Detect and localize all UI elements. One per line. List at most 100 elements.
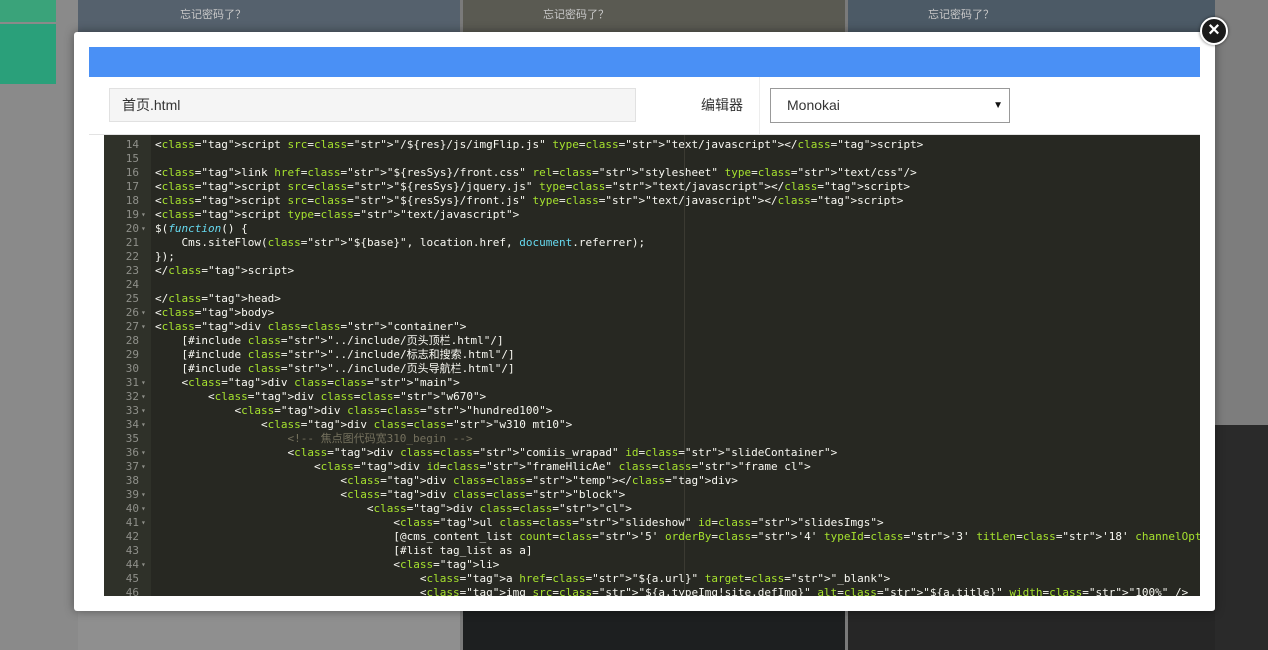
code-text: <class="tag">div id=class="str">"frameHl… <box>155 460 811 473</box>
code-line: 42 [@cms_content_list count=class="str">… <box>104 530 1200 544</box>
toolbar-divider <box>759 77 760 134</box>
code-text: }); <box>155 250 175 263</box>
fold-arrow-icon[interactable]: ▾ <box>141 558 151 572</box>
code-line: 32 ▾ <class="tag">div class=class="str">"… <box>104 390 1200 404</box>
line-number: 23 <box>125 264 139 277</box>
fold-arrow-icon[interactable]: ▾ <box>141 222 151 236</box>
line-number: 29 <box>125 348 139 361</box>
code-line: 31 ▾ <class="tag">div class=class="str">"… <box>104 376 1200 390</box>
code-line: 25 </class="tag">head> <box>104 292 1200 306</box>
code-line: 23 </class="tag">script> <box>104 264 1200 278</box>
code-line: 22}); <box>104 250 1200 264</box>
fold-arrow-icon[interactable]: ▾ <box>141 320 151 334</box>
code-line: 36 ▾ <class="tag">div class=class="str">"… <box>104 446 1200 460</box>
line-number: 30 <box>125 362 139 375</box>
code-text: <class="tag">a href=class="str">"${a.url… <box>155 572 891 585</box>
line-number: 16 <box>125 166 139 179</box>
line-number: 26 <box>125 306 139 319</box>
code-text: <class="tag">div class=class="str">"hund… <box>155 404 553 417</box>
code-text: <class="tag">script type=class="str">"te… <box>155 208 520 221</box>
fold-arrow-icon[interactable]: ▾ <box>141 446 151 460</box>
code-text: </class="tag">script> <box>155 264 295 277</box>
code-text: <class="tag">script src=class="str">"/${… <box>155 138 924 151</box>
line-number: 39 <box>125 488 139 501</box>
code-line: 16 <class="tag">link href=class="str">"${… <box>104 166 1200 180</box>
background-left-panel <box>0 0 78 650</box>
code-text: <class="tag">div class=class="str">"w670… <box>155 390 487 403</box>
code-line: 15 <box>104 152 1200 166</box>
line-number: 17 <box>125 180 139 193</box>
line-number: 44 <box>125 558 139 571</box>
code-line: 30 [#include class="str">"../include/页头导… <box>104 362 1200 376</box>
background-tile-title: 忘记密码了？ <box>928 9 994 21</box>
code-text: <class="tag">div class=class="str">"main… <box>155 376 460 389</box>
fold-arrow-icon[interactable]: ▾ <box>141 488 151 502</box>
background-tile-title: 忘记密码了？ <box>180 9 246 21</box>
line-number: 21 <box>125 236 139 249</box>
fold-arrow-icon[interactable]: ▾ <box>141 502 151 516</box>
code-line: 19 ▾ <class="tag">script type=class="str">… <box>104 208 1200 222</box>
fold-arrow-icon[interactable]: ▾ <box>141 390 151 404</box>
close-modal-button[interactable]: × <box>1200 17 1228 45</box>
line-number: 45 <box>125 572 139 585</box>
line-number: 40 <box>125 502 139 515</box>
code-text: <class="tag">ul class=class="str">"slide… <box>155 516 884 529</box>
fold-arrow-icon[interactable]: ▾ <box>141 306 151 320</box>
code-line: 41 ▾ <class="tag">ul class=class="str">"s… <box>104 516 1200 530</box>
code-line: 24 <box>104 278 1200 292</box>
code-line: 39 ▾ <class="tag">div class=class="str">"… <box>104 488 1200 502</box>
line-number: 41 <box>125 516 139 529</box>
code-text: <class="tag">body> <box>155 306 275 319</box>
line-number: 24 <box>125 278 139 291</box>
modal-header-bar <box>89 47 1200 77</box>
code-text: Cms.siteFlow(class="str">"${base}", loca… <box>155 236 646 249</box>
code-line: 29 [#include class="str">"../include/标志和… <box>104 348 1200 362</box>
fold-arrow-icon[interactable]: ▾ <box>141 376 151 390</box>
fold-arrow-icon[interactable]: ▾ <box>141 418 151 432</box>
code-text: <class="tag">div class=class="str">"w310… <box>155 418 573 431</box>
code-line: 20 ▾ $(function() { <box>104 222 1200 236</box>
code-line: 38 <class="tag">div class=class="str">"t… <box>104 474 1200 488</box>
code-text: <class="tag">div class=class="str">"cont… <box>155 320 467 333</box>
line-number: 18 <box>125 194 139 207</box>
line-number: 38 <box>125 474 139 487</box>
code-text: [#list tag_list as a] <box>155 544 533 557</box>
line-number: 15 <box>125 152 139 165</box>
line-number: 31 <box>125 376 139 389</box>
code-text: <class="tag">div class=class="str">"bloc… <box>155 488 626 501</box>
background-bottom-tile <box>78 610 460 650</box>
code-text: <class="tag">li> <box>155 558 500 571</box>
line-number: 25 <box>125 292 139 305</box>
line-number: 46 <box>125 586 139 596</box>
fold-arrow-icon[interactable]: ▾ <box>141 404 151 418</box>
code-text: [#include class="str">"../include/页头导航栏.… <box>155 362 515 375</box>
code-text: [#include class="str">"../include/标志和搜索.… <box>155 348 515 361</box>
fold-arrow-icon[interactable]: ▾ <box>141 516 151 530</box>
code-text: $(function() { <box>155 222 248 235</box>
line-number: 32 <box>125 390 139 403</box>
fold-arrow-icon[interactable]: ▾ <box>141 460 151 474</box>
code-line: 35 <!-- 焦点图代码宽310_begin --> <box>104 432 1200 446</box>
code-line: 40 ▾ <class="tag">div class=class="str">"… <box>104 502 1200 516</box>
code-line: 37 ▾ <class="tag">div id=class="str">"fra… <box>104 460 1200 474</box>
editor-toolbar: 首页.html 编辑器 Monokai ▼ <box>89 77 1200 135</box>
code-line: 44 ▾ <class="tag">li> <box>104 558 1200 572</box>
code-editor[interactable]: 14 <class="tag">script src=class="str">"/… <box>104 135 1200 596</box>
background-bottom-tile <box>463 610 845 650</box>
code-text: <class="tag">link href=class="str">"${re… <box>155 166 917 179</box>
line-number: 34 <box>125 418 139 431</box>
code-line: 18 <class="tag">script src=class="str">"$… <box>104 194 1200 208</box>
code-lines: 14 <class="tag">script src=class="str">"/… <box>104 138 1200 596</box>
code-text: [@cms_content_list count=class="str">'5'… <box>155 530 1200 543</box>
code-line: 34 ▾ <class="tag">div class=class="str">"… <box>104 418 1200 432</box>
code-text: [#include class="str">"../include/页头顶栏.h… <box>155 334 504 347</box>
line-number: 28 <box>125 334 139 347</box>
line-number: 35 <box>125 432 139 445</box>
file-name-field[interactable]: 首页.html <box>109 88 636 122</box>
fold-arrow-icon[interactable]: ▾ <box>141 208 151 222</box>
line-number: 20 <box>125 222 139 235</box>
code-line: 26 ▾ <class="tag">body> <box>104 306 1200 320</box>
line-number: 22 <box>125 250 139 263</box>
line-number: 42 <box>125 530 139 543</box>
theme-select[interactable]: Monokai ▼ <box>770 88 1010 123</box>
